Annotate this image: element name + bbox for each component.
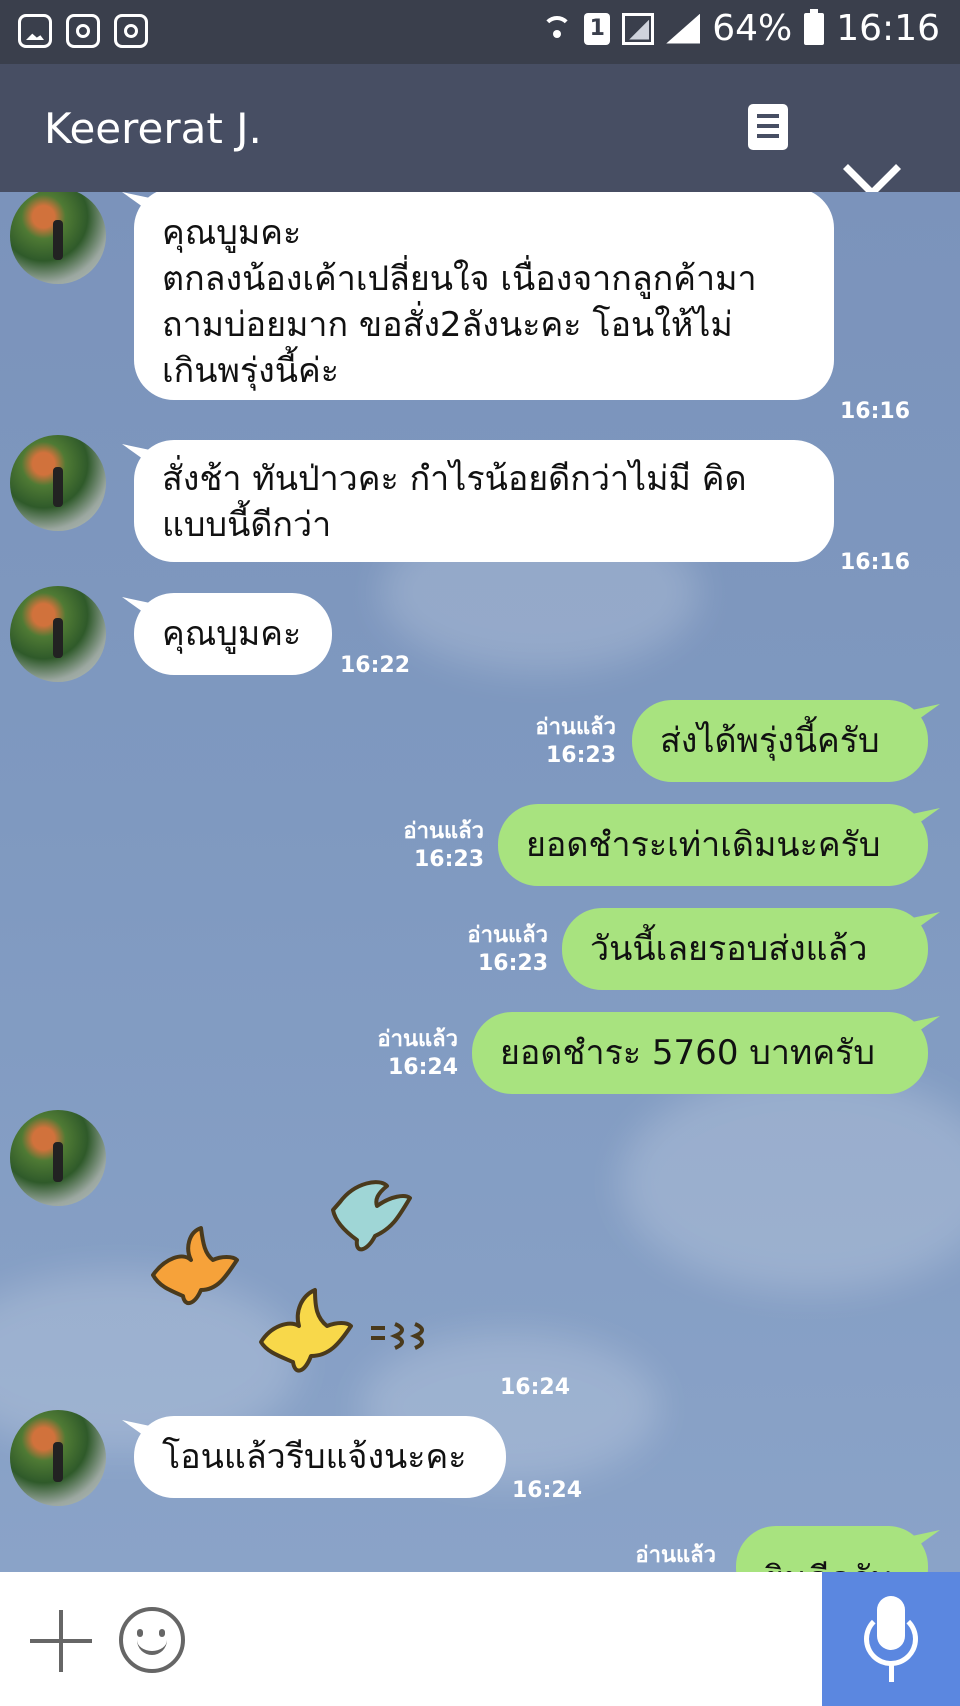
message-text: สั่งช้า ทันป่าวคะ กำไรน้อยดีกว่าไม่มี คิ… — [162, 459, 747, 499]
battery-icon — [804, 8, 825, 45]
contact-avatar[interactable] — [10, 435, 106, 531]
message-input-bar — [0, 1572, 960, 1706]
message-meta: อ่านแล้ว 16:24 — [342, 1026, 458, 1082]
contact-avatar[interactable] — [10, 1110, 106, 1206]
contact-avatar[interactable] — [10, 1410, 106, 1506]
read-receipt: อ่านแล้ว — [635, 1543, 716, 1568]
message-bubble[interactable]: ยินดีครับ — [736, 1526, 928, 1572]
message-text: ตกลงน้องเค้าเปลี่ยนใจ เนื่องจากลูกค้ามา — [162, 259, 757, 299]
message-time: 16:24 — [500, 1375, 571, 1400]
status-bar: 1 64% 16:16 — [0, 0, 960, 64]
message-time: 16:16 — [840, 550, 911, 575]
message-bubble[interactable]: คุณบูมคะ ตกลงน้องเค้าเปลี่ยนใจ เนื่องจาก… — [134, 192, 834, 400]
message-time: 16:24 — [387, 1055, 458, 1080]
sim-icon: 1 — [584, 12, 611, 45]
plus-icon[interactable] — [30, 1610, 92, 1672]
message-text: คุณบูมคะ — [162, 213, 302, 253]
message-bubble[interactable]: คุณบูมคะ — [134, 593, 332, 675]
signal-icon — [622, 12, 655, 45]
notes-icon[interactable] — [748, 104, 788, 150]
message-bubble[interactable]: ยอดชำระ 5760 บาทครับ — [472, 1012, 928, 1094]
read-receipt: อ่านแล้ว — [535, 715, 616, 740]
message-bubble[interactable]: ส่งได้พรุ่งนี้ครับ — [632, 700, 928, 782]
contact-name[interactable]: Keererat J. — [44, 104, 262, 153]
message-meta: อ่านแล้ว 16:23 — [432, 922, 548, 978]
message-text: ยอดชำระ 5760 บาทครับ — [500, 1033, 875, 1073]
message-time: 16:23 — [477, 951, 548, 976]
gallery-icon — [18, 14, 52, 48]
message-text: ถามบ่อยมาก ขอสั่ง2ลังนะคะ โอนให้ไม่ — [162, 305, 733, 345]
message-bubble[interactable]: วันนี้เลยรอบส่งแล้ว — [562, 908, 928, 990]
message-text: เกินพรุ่งนี้ค่ะ — [162, 351, 339, 391]
message-text: ยินดีครับ — [764, 1556, 900, 1572]
message-time: 16:22 — [340, 653, 411, 678]
message-bubble[interactable]: โอนแล้วรีบแจ้งนะคะ — [134, 1416, 506, 1498]
message-meta: อ่านแล้ว 16:23 — [368, 818, 484, 874]
message-text: แบบนี้ดีกว่า — [162, 505, 332, 545]
chat-area[interactable]: คุณบูมคะ ตกลงน้องเค้าเปลี่ยนใจ เนื่องจาก… — [0, 192, 960, 1572]
message-bubble[interactable]: สั่งช้า ทันป่าวคะ กำไรน้อยดีกว่าไม่มี คิ… — [134, 440, 834, 562]
chevron-down-icon[interactable] — [843, 140, 901, 198]
message-time: 16:24 — [512, 1478, 583, 1503]
message-text: โอนแล้วรีบแจ้งนะคะ — [162, 1437, 467, 1477]
message-meta: อ่านแล้ว 16:23 — [500, 714, 616, 770]
read-receipt: อ่านแล้ว — [467, 923, 548, 948]
message-text: ส่งได้พรุ่งนี้ครับ — [660, 721, 880, 761]
instagram-icon — [114, 14, 148, 48]
message-text: ยอดชำระเท่าเดิมนะครับ — [526, 825, 881, 865]
message-time: 16:23 — [413, 847, 484, 872]
wifi-icon — [542, 14, 573, 44]
voice-message-button[interactable] — [822, 1572, 960, 1706]
signal-icon — [666, 13, 701, 44]
read-receipt: อ่านแล้ว — [403, 819, 484, 844]
message-time: 16:23 — [545, 743, 616, 768]
message-meta: อ่านแล้ว — [600, 1542, 716, 1570]
contact-avatar[interactable] — [10, 586, 106, 682]
flying-birds-sticker[interactable] — [125, 1140, 470, 1380]
clock: 16:16 — [836, 8, 940, 49]
emoji-icon[interactable] — [119, 1607, 185, 1673]
read-receipt: อ่านแล้ว — [377, 1027, 458, 1052]
message-text: คุณบูมคะ — [162, 614, 302, 654]
contact-avatar[interactable] — [10, 192, 106, 284]
instagram-icon — [66, 14, 100, 48]
message-time: 16:16 — [840, 399, 911, 424]
message-bubble[interactable]: ยอดชำระเท่าเดิมนะครับ — [498, 804, 928, 886]
chat-header: Keererat J. — [0, 64, 960, 198]
battery-percent: 64% — [712, 8, 793, 49]
message-text: วันนี้เลยรอบส่งแล้ว — [590, 929, 868, 969]
